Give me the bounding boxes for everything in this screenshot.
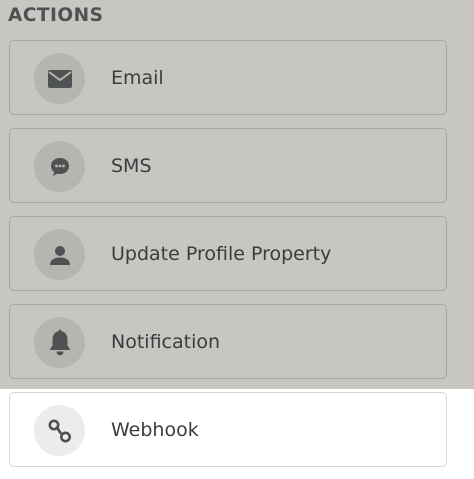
- action-webhook[interactable]: Webhook: [9, 392, 447, 467]
- action-notification[interactable]: Notification: [9, 304, 447, 379]
- chat-bubble-icon: [34, 141, 85, 192]
- action-label-update-profile-property: Update Profile Property: [111, 243, 332, 265]
- action-update-profile-property[interactable]: Update Profile Property: [9, 216, 447, 291]
- bell-icon: [34, 317, 85, 368]
- action-label-notification: Notification: [111, 331, 221, 353]
- envelope-icon: [34, 53, 85, 104]
- action-label-sms: SMS: [111, 155, 152, 177]
- person-icon: [34, 229, 85, 280]
- action-label-webhook: Webhook: [111, 419, 199, 441]
- action-email[interactable]: Email: [9, 40, 447, 115]
- action-sms[interactable]: SMS: [9, 128, 447, 203]
- webhook-icon: [34, 405, 85, 456]
- actions-heading: ACTIONS: [8, 5, 104, 26]
- action-label-email: Email: [111, 67, 164, 89]
- actions-panel: ACTIONS Email SMS Update Profile Propert…: [0, 0, 474, 389]
